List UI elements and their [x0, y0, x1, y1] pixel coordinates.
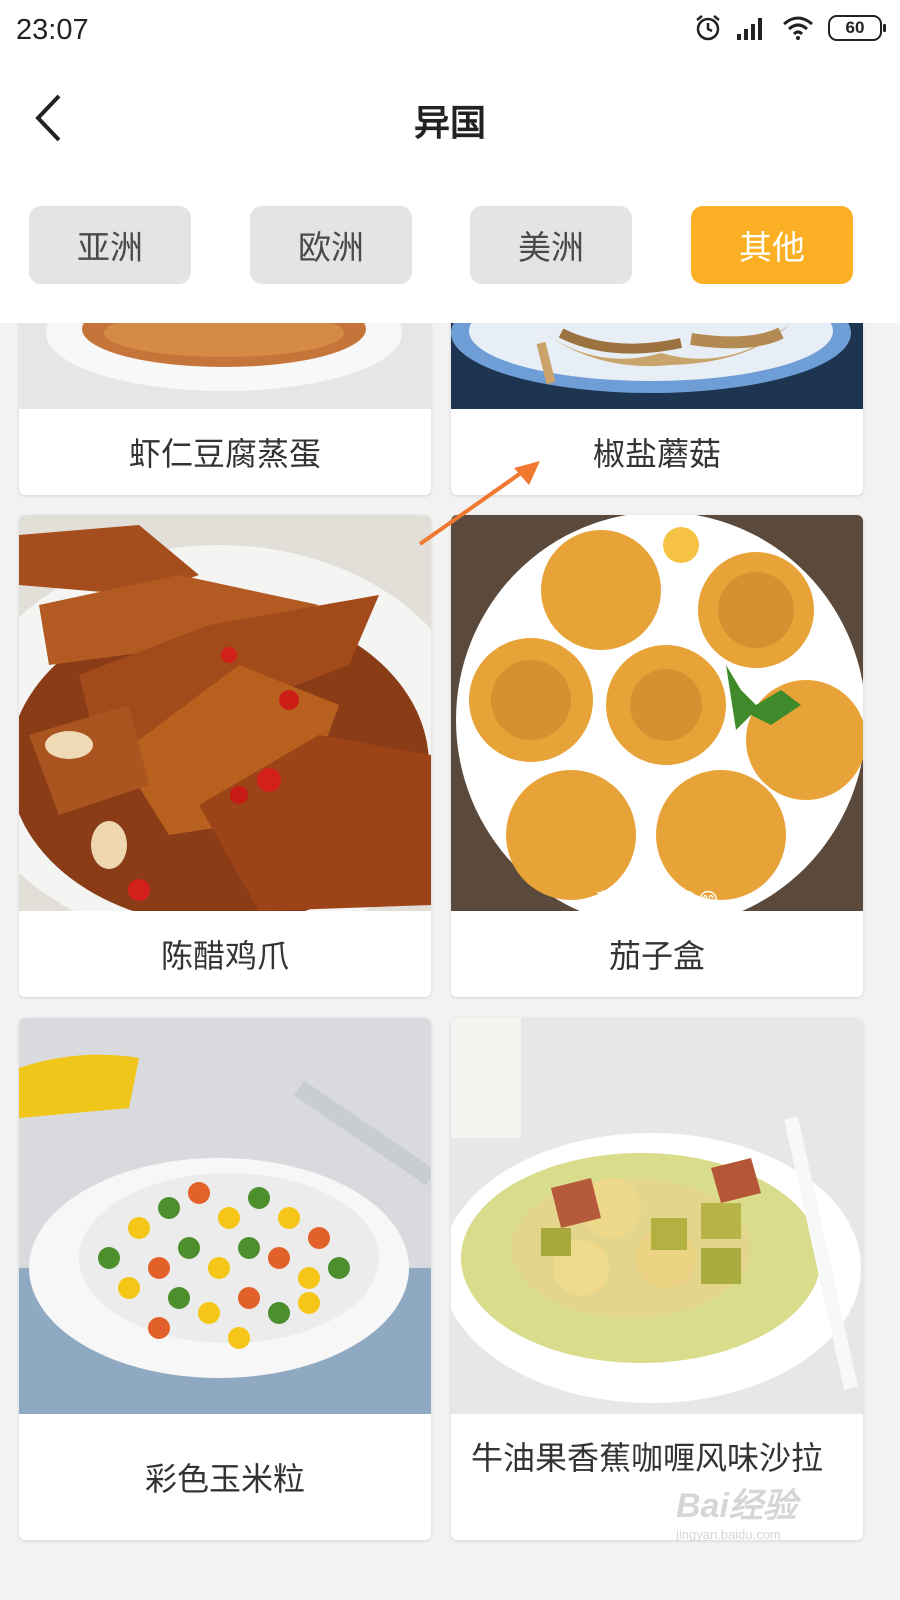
recipe-name: 虾仁豆腐蒸蛋 [128, 435, 321, 473]
recipe-card-vinegar-chicken-feet[interactable]: 陈醋鸡爪 [19, 515, 431, 997]
tab-europe[interactable]: 欧洲 [250, 206, 412, 284]
recipe-name: 彩色玉米粒 [144, 1460, 305, 1498]
corn-peas-photo [19, 1018, 431, 1414]
wifi-icon [783, 16, 813, 40]
tab-america[interactable]: 美洲 [470, 206, 632, 284]
recipe-name: 陈醋鸡爪 [160, 937, 289, 975]
battery-level: 60 [845, 18, 865, 37]
eggplant-fritter-photo: 茄子盒😋😋😋 [451, 515, 863, 928]
status-bar: 23:07 60 [0, 0, 900, 64]
nav-bar: 异国 [0, 64, 900, 174]
watermark-url: jingyan.baidu.com [676, 1527, 781, 1542]
recipe-photo [19, 515, 431, 945]
recipe-photo [451, 323, 863, 409]
recipe-card-avocado-banana-salad[interactable]: 牛油果香蕉咖喱风味沙拉 [451, 1018, 863, 1540]
recipe-card-colorful-corn[interactable]: 彩色玉米粒 [19, 1018, 431, 1540]
recipe-name: 牛油果香蕉咖喱风味沙拉 [471, 1439, 824, 1477]
status-icons: 60 [694, 14, 886, 42]
tab-other[interactable]: 其他 [691, 206, 853, 284]
battery-indicator: 60 [828, 15, 886, 41]
recipe-photo [19, 1018, 431, 1414]
page-title: 异国 [413, 103, 486, 144]
baidu-watermark: Bai经验 jingyan.baidu.com [676, 1478, 797, 1542]
fried-mushroom-photo [451, 323, 863, 409]
tab-asia[interactable]: 亚洲 [29, 206, 191, 284]
top-area: 23:07 60 异国 亚洲 欧洲 美洲 其他 [0, 0, 900, 323]
recipe-photo: 茄子盒😋😋😋 [451, 515, 863, 928]
watermark-brand: Bai经验 [676, 1487, 797, 1525]
recipe-card-shrimp-tofu-egg[interactable]: 虾仁豆腐蒸蛋 [19, 323, 431, 495]
recipe-card-eggplant-box[interactable]: 茄子盒😋😋😋 茄子盒 [451, 515, 863, 997]
photo-caption: 茄子盒😋😋😋 [596, 888, 719, 911]
signal-icon [737, 18, 762, 40]
recipe-photo [451, 1018, 863, 1414]
recipe-photo [19, 323, 431, 409]
alarm-icon [696, 15, 720, 41]
annotation-arrow-icon [418, 461, 540, 546]
status-time: 23:07 [16, 14, 89, 46]
recipe-name: 茄子盒 [608, 937, 705, 975]
salad-photo [451, 1018, 863, 1414]
steamed-egg-photo [19, 323, 431, 409]
region-tabs: 亚洲 欧洲 美洲 其他 [0, 206, 900, 286]
chicken-feet-photo [19, 515, 431, 945]
